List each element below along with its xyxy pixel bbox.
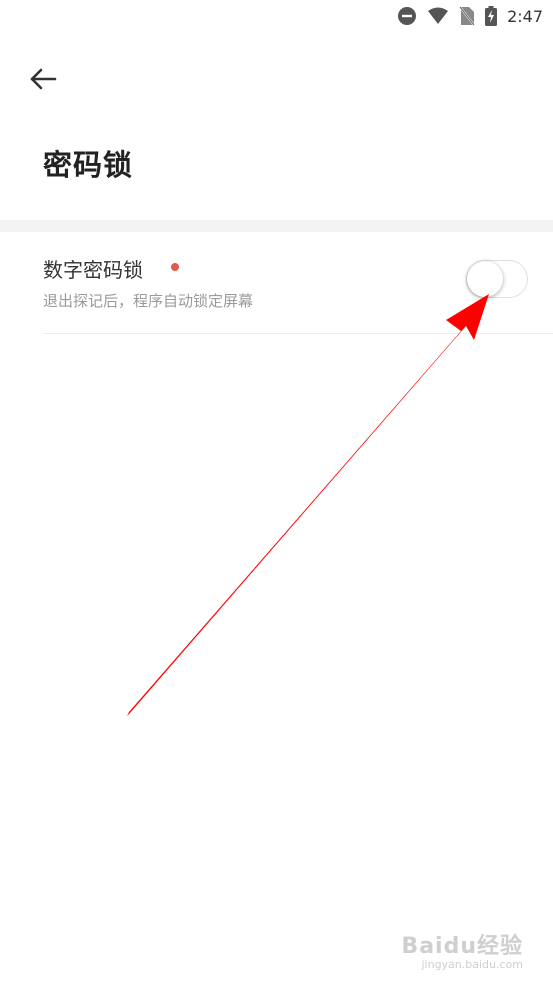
toggle-knob xyxy=(467,261,503,297)
status-bar: 2:47 xyxy=(0,0,553,32)
dnd-icon xyxy=(397,6,417,26)
status-time: 2:47 xyxy=(507,6,543,26)
arrow-left-icon xyxy=(30,68,57,90)
setting-row-digit-lock[interactable]: 数字密码锁 退出探记后，程序自动锁定屏幕 xyxy=(43,232,553,334)
setting-description: 退出探记后，程序自动锁定屏幕 xyxy=(43,292,254,310)
back-button[interactable] xyxy=(26,62,60,96)
status-icons: 2:47 xyxy=(387,4,543,28)
arrow-shape xyxy=(127,294,489,716)
page-title: 密码锁 xyxy=(43,148,134,182)
wifi-icon xyxy=(427,7,449,25)
watermark: Baidu经验 jingyan.baidu.com xyxy=(401,928,523,971)
no-sim-icon xyxy=(459,6,475,26)
watermark-logo: Baidu经验 xyxy=(401,934,523,959)
setting-title: 数字密码锁 xyxy=(43,258,143,282)
section-divider xyxy=(0,220,553,232)
digit-lock-toggle[interactable] xyxy=(466,260,528,298)
new-indicator-dot xyxy=(171,263,179,271)
battery-charging-icon xyxy=(485,6,498,26)
